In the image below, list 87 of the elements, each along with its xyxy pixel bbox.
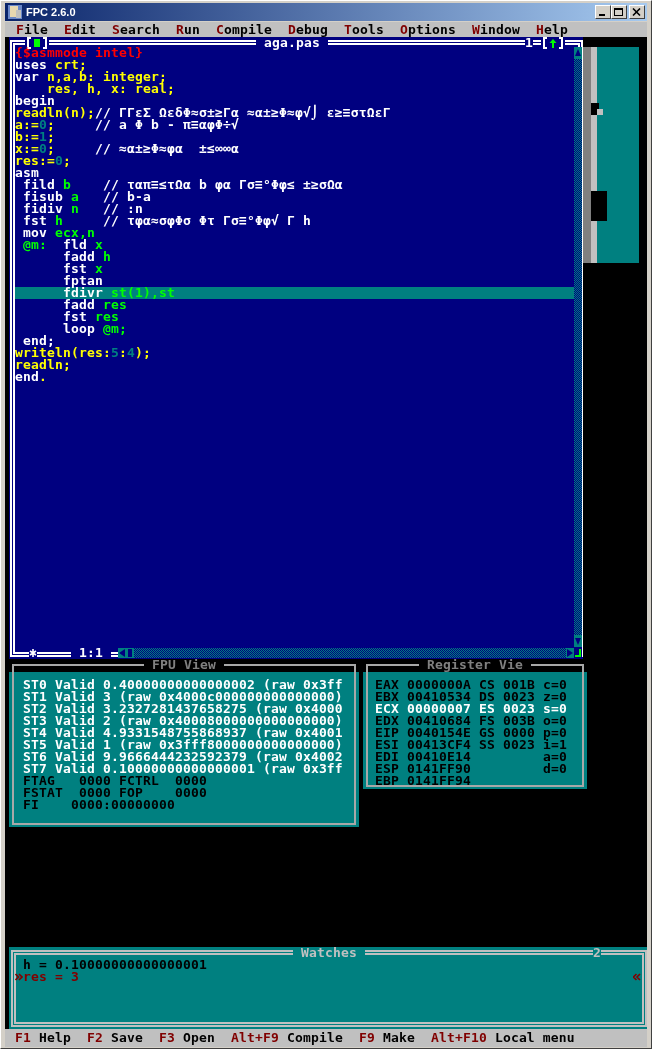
- register-row: ST0 Valid 0.40000000000000002 (raw 0x3ff: [23, 679, 343, 691]
- status-item[interactable]: F1 Help: [15, 1029, 71, 1047]
- code-line: begin: [15, 95, 55, 107]
- horizontal-scrollbar[interactable]: [118, 648, 574, 658]
- code-line: fild b // ταπ≡≤τΩα b φα Γσ≡°Φφ≤ ±≥σΩα: [22, 179, 344, 191]
- app-icon: [7, 4, 23, 20]
- code-line: fisub a // b-a: [22, 191, 152, 203]
- cursor-position: 1:1: [71, 647, 111, 659]
- double-chevron-right-icon: [15, 973, 23, 981]
- code-line: loop @m;: [61, 323, 128, 335]
- status-item[interactable]: F3 Open: [158, 1029, 215, 1047]
- code-line: {$asmmode intel}: [15, 47, 144, 59]
- register-row: ST6 Valid 9.9666444232592379 (raw 0x4002: [23, 751, 343, 763]
- register-row: ESP 0141FF90 d=0: [375, 763, 567, 775]
- register-row: ST2 Valid 3.2327281437658275 (raw 0x4000: [23, 703, 343, 715]
- status-item[interactable]: F2 Save: [87, 1029, 143, 1047]
- register-row-text: EBP 0141FF94: [375, 775, 472, 787]
- code-line: asm: [15, 167, 39, 179]
- register-row: EDI 00410E14 a=0: [375, 751, 567, 763]
- status-item[interactable]: Alt+F10 Local menu: [430, 1029, 575, 1047]
- code-line: end.: [15, 371, 47, 383]
- scroll-thumb[interactable]: [126, 648, 134, 658]
- code-line: fadd h: [61, 251, 112, 263]
- maximize-icon: [614, 7, 624, 17]
- register-row: EIP 0040154E GS 0000 p=0: [375, 727, 567, 739]
- code-line: readln;: [15, 359, 71, 371]
- code-line: a:=0; // a Φ b - π≡αφΦ÷√: [15, 119, 240, 131]
- menu-item[interactable]: File: [8, 22, 56, 37]
- window-title: Register Vie: [419, 659, 531, 671]
- register-row: ST5 Valid 1 (raw 0x3fff8000000000000000): [23, 739, 343, 751]
- code-line: fadd res: [61, 299, 127, 311]
- code-line: mov ecx,n: [22, 227, 96, 239]
- status-item[interactable]: Alt+F9 Compile: [230, 1029, 343, 1047]
- menu-item[interactable]: Edit: [56, 22, 104, 37]
- close-box-button[interactable]: [25, 37, 49, 49]
- close-button[interactable]: [629, 5, 645, 19]
- register-row: EBX 00410534 DS 0023 z=0: [375, 691, 567, 703]
- register-row: ST3 Valid 2 (raw 0x40008000000000000000): [23, 715, 343, 727]
- code-line: res:=0;: [15, 155, 72, 167]
- code-line: uses crt;: [15, 59, 87, 71]
- double-chevron-left-icon: [633, 973, 641, 981]
- editor-title: aga.pas: [256, 37, 328, 49]
- register-row: EAX 0000000A CS 001B c=0: [375, 679, 567, 691]
- zoom-button[interactable]: [541, 37, 565, 49]
- code-line: @m: fld x: [22, 239, 104, 251]
- watch-entry[interactable]: h = 0.10000000000000001: [23, 959, 207, 971]
- menu-item[interactable]: Window: [463, 22, 528, 37]
- menu-item[interactable]: Help: [527, 22, 576, 37]
- register-row: ECX 00000007 ES 0023 s=0: [375, 703, 567, 715]
- register-row: EDX 00410684 FS 003B o=0: [375, 715, 567, 727]
- register-row-text: FTAG 0000 FCTRL 0000: [23, 775, 208, 787]
- register-row-text: FI 0000:00000000: [23, 799, 176, 811]
- register-row: ST4 Valid 4.9331548755868937 (raw 0x4001: [23, 727, 343, 739]
- menu-item[interactable]: Tools: [335, 22, 392, 37]
- code-line: end;: [23, 335, 55, 347]
- window-number: 2: [593, 947, 601, 959]
- status-item[interactable]: F9 Make: [358, 1029, 415, 1047]
- window-number: 1: [525, 37, 533, 49]
- scroll-up-icon[interactable]: [574, 47, 582, 59]
- menu-item[interactable]: Options: [391, 22, 464, 37]
- code-line: var n,a,b: integer;: [15, 71, 167, 83]
- menu-item[interactable]: Run: [168, 22, 208, 37]
- code-line: fst x: [61, 263, 104, 275]
- menu-item[interactable]: Debug: [279, 22, 336, 37]
- window-title: FPC 2.6.0: [26, 6, 77, 18]
- minimize-icon: [599, 14, 605, 16]
- register-row: ST1 Valid 3 (raw 0x4000c000000000000000): [23, 691, 343, 703]
- register-row: ST7 Valid 0.10000000000000001 (raw 0x3ff: [23, 763, 343, 775]
- window-title: FPU View: [144, 659, 224, 671]
- close-icon: [632, 7, 642, 17]
- minimize-button[interactable]: [595, 5, 611, 19]
- scroll-left-icon[interactable]: [118, 648, 126, 658]
- code-line: writeln(res:5:4);: [15, 347, 152, 359]
- code-line: fidiv n // :n: [22, 203, 144, 215]
- maximize-button[interactable]: [611, 5, 627, 19]
- window-title: Watches: [293, 947, 365, 959]
- vertical-scrollbar[interactable]: [574, 47, 582, 647]
- register-row: ESI 00413CF4 SS 0023 i=1: [375, 739, 567, 751]
- code-line: fptan: [61, 275, 104, 287]
- menu-item[interactable]: Search: [104, 22, 168, 37]
- code-line: x:=0; // ≈α±≥Φ≈φα ±≤∞∞α: [15, 143, 240, 155]
- menu-item[interactable]: Compile: [208, 22, 280, 37]
- code-line: fst res: [61, 311, 120, 323]
- code-line: fst h // τφα≈σφΦσ Φτ Γσ≡°Φφ√ Γ h: [22, 215, 312, 227]
- register-row-text: FSTAT 0000 FOP 0000: [23, 787, 208, 799]
- code-line: res, h, x: real;: [47, 83, 176, 95]
- code-line: b:=1;: [15, 131, 56, 143]
